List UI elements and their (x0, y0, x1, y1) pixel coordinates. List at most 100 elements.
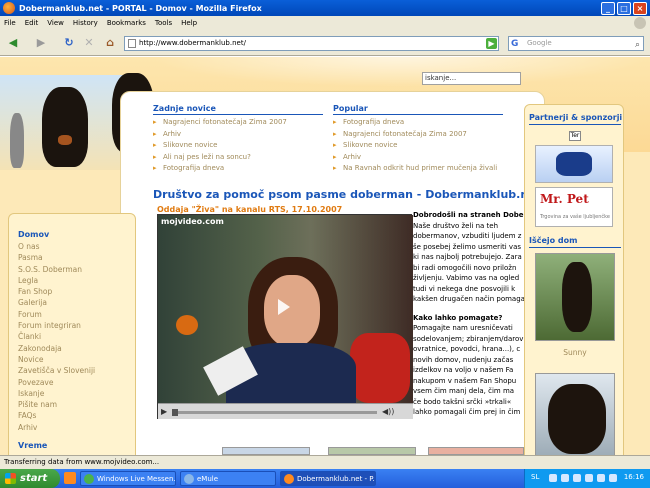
news-link[interactable]: Fotografija dneva (153, 163, 323, 175)
reload-icon[interactable]: ↻ (60, 34, 78, 52)
thumbnail[interactable] (428, 447, 524, 455)
navigation-toolbar: ◀ ▶ ↻ ✕ ⌂ http://www.dobermanklub.net/ ▶… (0, 30, 650, 56)
menu-item[interactable]: Članki (18, 331, 135, 342)
tray-icon[interactable] (597, 474, 605, 482)
menu-item[interactable]: FAQs (18, 410, 135, 421)
minimize-button[interactable]: _ (601, 1, 615, 15)
clock: 16:16 (623, 473, 644, 481)
menu-item[interactable]: S.O.S. Doberman (18, 264, 135, 275)
partner-banner[interactable] (535, 145, 613, 183)
adoption-underline (529, 247, 621, 248)
popular-link[interactable]: Arhiv (333, 152, 503, 164)
tray-icon[interactable] (585, 474, 593, 482)
play-pause-button[interactable]: ▶ (161, 407, 167, 416)
language-indicator[interactable]: SL (531, 473, 539, 481)
page-viewport: iskanje... Zadnje novice Nagrajenci foto… (0, 57, 650, 455)
menu-view[interactable]: View (47, 19, 64, 27)
menu-item[interactable]: Legla (18, 275, 135, 286)
volume-icon[interactable]: ◀)) (382, 407, 394, 416)
menu-item[interactable]: Pasma (18, 252, 135, 263)
search-bar[interactable]: G Google ⌕ (508, 36, 644, 51)
go-button[interactable]: ▶ (486, 38, 497, 49)
start-button[interactable]: start (0, 469, 60, 488)
menu-item[interactable]: Iskanje (18, 388, 135, 399)
windows-logo-icon (5, 473, 16, 484)
system-tray: SL 16:16 (524, 469, 650, 488)
video-title-link[interactable]: Oddaja "Živa" na kanalu RTS, 17.10.2007 (157, 205, 342, 214)
adoption-dog-name[interactable]: Sunny (525, 348, 625, 357)
search-placeholder: Google (527, 39, 552, 47)
news-link[interactable]: Ali naj pes leži na soncu? (153, 152, 323, 164)
search-icon[interactable]: ⌕ (635, 39, 640, 52)
tray-icon[interactable] (561, 474, 569, 482)
stop-icon[interactable]: ✕ (80, 34, 98, 52)
task-messenger[interactable]: Windows Live Messen... (80, 471, 176, 486)
task-firefox[interactable]: Dobermanklub.net - P... (280, 471, 376, 486)
thumbnail[interactable] (222, 447, 310, 455)
window-titlebar: Dobermanklub.net - PORTAL - Domov - Mozi… (0, 0, 650, 16)
weather-heading: Vreme (18, 441, 48, 451)
adoption-heading: Iščejo dom (529, 236, 578, 245)
partner-small-banner[interactable]: Ter (569, 131, 581, 141)
menu-item[interactable]: Arhiv (18, 422, 135, 433)
menu-item[interactable]: Zakonodaja (18, 343, 135, 354)
task-emule[interactable]: eMule (180, 471, 276, 486)
back-arrow-icon[interactable]: ◀ (4, 34, 22, 52)
popular-link[interactable]: Nagrajenci fotonatečaja Zima 2007 (333, 129, 503, 141)
thumbnail[interactable] (328, 447, 416, 455)
status-bar: Transferring data from www.mojvideo.com.… (0, 455, 650, 469)
menu-item[interactable]: Fan Shop (18, 286, 135, 297)
menu-bookmarks[interactable]: Bookmarks (107, 19, 146, 27)
menu-item[interactable]: Galerija (18, 297, 135, 308)
menu-item-home[interactable]: Domov (18, 230, 135, 239)
play-icon[interactable] (278, 299, 290, 315)
tray-icon[interactable] (573, 474, 581, 482)
firefox-task-icon (284, 474, 294, 484)
menu-item[interactable]: O nas (18, 241, 135, 252)
home-icon[interactable]: ⌂ (101, 34, 119, 52)
popular-link[interactable]: Fotografija dneva (333, 117, 503, 129)
video-frame[interactable]: mojvideo.com (158, 215, 413, 403)
menu-edit[interactable]: Edit (25, 19, 39, 27)
news-link[interactable]: Nagrajenci fotonatečaja Zima 2007 (153, 117, 323, 129)
maximize-button[interactable]: □ (617, 1, 631, 15)
mrpet-logo: Mr. Pet (540, 192, 589, 206)
page-icon (128, 39, 136, 48)
menu-item[interactable]: Forum (18, 309, 135, 320)
page-title: Društvo za pomoč psom pasme doberman - D… (153, 188, 541, 201)
menu-item[interactable]: Povezave (18, 377, 135, 388)
google-icon: G (511, 39, 519, 49)
adoption-dog-photo-2[interactable] (535, 373, 615, 455)
seek-bar[interactable] (172, 411, 377, 414)
site-search-input[interactable]: iskanje... (422, 72, 521, 85)
popular-link[interactable]: Na Ravnah odkrit hud primer mučenja živa… (333, 163, 503, 175)
partners-heading: Partnerji & sponzorji (529, 113, 623, 122)
mrpet-banner[interactable]: Mr. Pet Trgovina za vaše ljubljenčke (535, 187, 613, 227)
menu-help[interactable]: Help (181, 19, 197, 27)
tray-icon[interactable] (549, 474, 557, 482)
menu-item[interactable]: Zavetišča v Sloveniji (18, 365, 135, 376)
popular-link[interactable]: Slikovne novice (333, 140, 503, 152)
news-link[interactable]: Arhiv (153, 129, 323, 141)
throbber-icon (634, 17, 646, 29)
quicklaunch-firefox-icon[interactable] (64, 472, 76, 484)
left-menu: Domov O nas Pasma S.O.S. Doberman Legla … (8, 213, 136, 455)
tray-icon[interactable] (609, 474, 617, 482)
menu-item[interactable]: Forum integriran (18, 320, 135, 331)
window-title: Dobermanklub.net - PORTAL - Domov - Mozi… (19, 3, 262, 13)
seek-handle[interactable] (172, 409, 178, 416)
video-scene-pillow (350, 333, 410, 403)
menu-item[interactable]: Novice (18, 354, 135, 365)
video-controls: ▶ ◀)) (158, 403, 413, 419)
close-button[interactable]: × (633, 1, 647, 15)
adoption-dog-photo[interactable] (535, 253, 615, 341)
news-link[interactable]: Slikovne novice (153, 140, 323, 152)
menu-tools[interactable]: Tools (155, 19, 172, 27)
url-bar[interactable]: http://www.dobermanklub.net/ (124, 36, 499, 51)
forward-arrow-icon[interactable]: ▶ (32, 34, 50, 52)
menu-item[interactable]: Pišite nam (18, 399, 135, 410)
menu-file[interactable]: File (4, 19, 16, 27)
menu-history[interactable]: History (73, 19, 98, 27)
emule-icon (184, 474, 194, 484)
video-player[interactable]: mojvideo.com ▶ ◀)) (157, 214, 413, 419)
